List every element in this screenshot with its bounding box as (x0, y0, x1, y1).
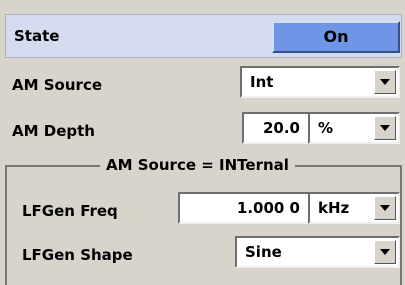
am-settings-panel: State On AM Source Int AM Depth 20.0 % A… (0, 0, 405, 285)
am-depth-input[interactable]: 20.0 (242, 112, 310, 144)
am-depth-value: 20.0 (262, 119, 300, 137)
lfgen-shape-select[interactable]: Sine (235, 236, 400, 268)
am-source-label: AM Source (12, 76, 103, 94)
am-source-row: AM Source Int (0, 66, 405, 102)
lfgen-shape-row: LFGen Shape Sine (0, 236, 405, 272)
am-source-dropdown-icon[interactable] (374, 70, 396, 94)
am-depth-unit-dropdown-icon[interactable] (374, 116, 396, 140)
am-source-select[interactable]: Int (240, 66, 400, 98)
state-row: State On (5, 14, 402, 58)
am-depth-label: AM Depth (12, 122, 95, 140)
am-source-value: Int (250, 73, 274, 91)
lfgen-freq-label: LFGen Freq (22, 202, 118, 220)
lfgen-freq-input[interactable]: 1.000 0 (178, 192, 310, 224)
lfgen-freq-row: LFGen Freq 1.000 0 kHz (0, 192, 405, 228)
lfgen-freq-unit-dropdown-icon[interactable] (374, 196, 396, 220)
lfgen-shape-value: Sine (245, 243, 282, 261)
am-depth-unit-select[interactable]: % (308, 112, 400, 144)
state-label: State (14, 27, 60, 45)
lfgen-freq-unit-select[interactable]: kHz (308, 192, 400, 224)
am-depth-row: AM Depth 20.0 % (0, 112, 405, 148)
lfgen-freq-unit-value: kHz (318, 199, 350, 217)
am-depth-unit-value: % (318, 119, 334, 137)
group-title: AM Source = INTernal (100, 156, 295, 174)
lfgen-freq-value: 1.000 0 (236, 199, 300, 217)
state-toggle-button[interactable]: On (272, 21, 400, 53)
lfgen-shape-dropdown-icon[interactable] (374, 240, 396, 264)
lfgen-shape-label: LFGen Shape (22, 246, 133, 264)
